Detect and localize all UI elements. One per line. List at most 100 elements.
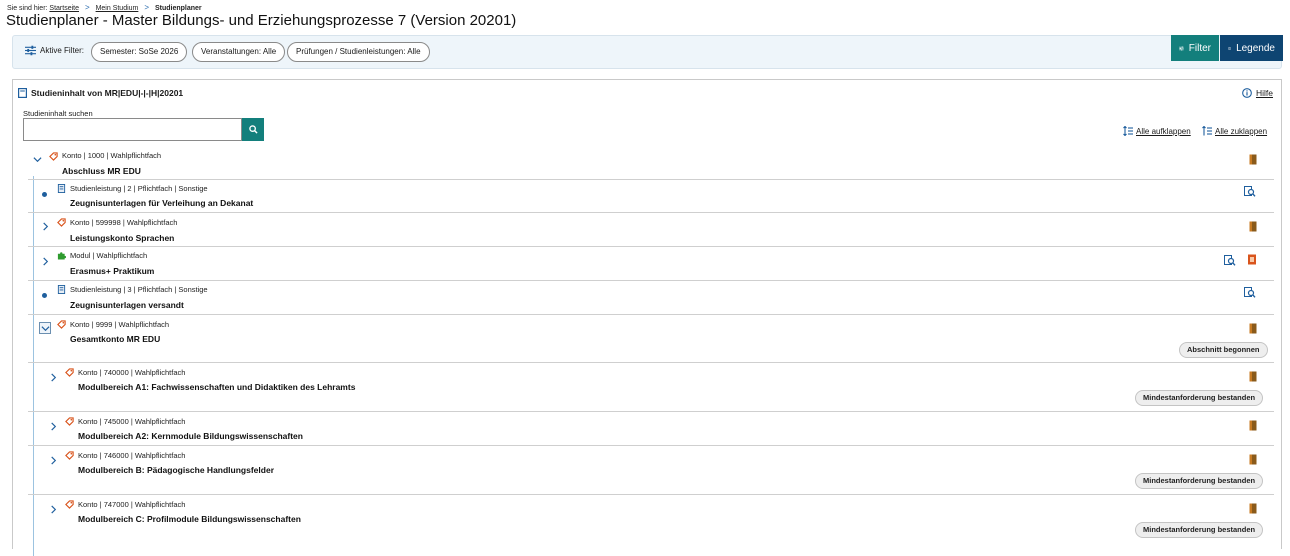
help-link-label: Hilfe: [1256, 88, 1273, 98]
tree-row-meta: Konto | 746000 | Wahlpflichtfach: [78, 451, 185, 460]
search-label: Studieninhalt suchen: [23, 109, 93, 118]
status-badge: Mindestanforderung bestanden: [1135, 390, 1263, 406]
details-search-icon[interactable]: [1244, 287, 1256, 298]
expand-all-link[interactable]: Alle aufklappen: [1123, 126, 1191, 136]
expand-icon: [1123, 126, 1133, 136]
modul-puzzle-icon: [57, 251, 66, 260]
chevron-right-icon: [49, 373, 58, 382]
tree-row-zeugnis-versandt[interactable]: Studienleistung | 3 | Pflichtfach | Sons…: [28, 281, 1274, 315]
tree-row-name: Zeugnisunterlagen versandt: [70, 300, 184, 310]
door-icon[interactable]: [1248, 503, 1258, 514]
tree-row-meta: Modul | Wahlpflichtfach: [70, 251, 147, 260]
door-icon[interactable]: [1248, 323, 1258, 334]
tree-row-name: Gesamtkonto MR EDU: [70, 334, 160, 344]
filter-pill-pruefungen[interactable]: Prüfungen / Studienleistungen: Alle: [287, 42, 430, 62]
enroll-door-icon[interactable]: [1247, 254, 1257, 265]
active-filter-label: Aktive Filter:: [25, 45, 84, 56]
filter-bar: Aktive Filter: Semester: SoSe 2026 Veran…: [12, 35, 1282, 69]
collapse-all-label: Alle zuklappen: [1215, 127, 1267, 136]
chevron-down-icon: [33, 155, 42, 164]
door-icon[interactable]: [1248, 420, 1258, 431]
tree-row-leistungskonto-sprachen[interactable]: Konto | 599998 | Wahlpflichtfach Leistun…: [28, 213, 1274, 247]
sliders-icon: [25, 45, 36, 56]
tree-row-meta: Konto | 1000 | Wahlpflichtfach: [62, 151, 161, 160]
tree-row-toggle[interactable]: [48, 421, 59, 432]
tree-row-gesamtkonto[interactable]: Konto | 9999 | Wahlpflichtfach Gesamtkon…: [28, 315, 1274, 363]
sliders-icon: [1179, 43, 1184, 54]
leaf-bullet: [42, 192, 47, 197]
chevron-right-icon: [49, 456, 58, 465]
chevron-right-icon: [49, 505, 58, 514]
search-button[interactable]: [242, 118, 264, 141]
konto-tag-icon: [65, 368, 74, 377]
collapse-all-link[interactable]: Alle zuklappen: [1202, 126, 1267, 136]
konto-tag-icon: [65, 451, 74, 460]
konto-tag-icon: [65, 500, 74, 509]
tree-row-meta: Studienleistung | 2 | Pflichtfach | Sons…: [70, 184, 208, 193]
tree-row-modulbereich-c[interactable]: Konto | 747000 | Wahlpflichtfach Modulbe…: [28, 495, 1274, 543]
info-icon: [1228, 43, 1231, 54]
konto-tag-icon: [57, 320, 66, 329]
tree-row-zeugnis-dekanat[interactable]: Studienleistung | 2 | Pflichtfach | Sons…: [28, 180, 1274, 213]
door-icon[interactable]: [1248, 371, 1258, 382]
tree-row-name: Modulbereich C: Profilmodule Bildungswis…: [78, 514, 301, 524]
leaf-bullet: [42, 293, 47, 298]
help-link[interactable]: Hilfe: [1242, 88, 1273, 98]
details-search-icon[interactable]: [1224, 255, 1236, 266]
chevron-right-icon: [41, 257, 50, 266]
status-badge: Mindestanforderung bestanden: [1135, 522, 1263, 538]
konto-tag-icon: [57, 218, 66, 227]
tree-row-modulbereich-a1[interactable]: Konto | 740000 | Wahlpflichtfach Modulbe…: [28, 363, 1274, 412]
tree-row-toggle[interactable]: [32, 154, 43, 165]
filter-pill-semester[interactable]: Semester: SoSe 2026: [91, 42, 187, 62]
tree-row-name: Erasmus+ Praktikum: [70, 266, 154, 276]
tree-row-meta: Konto | 747000 | Wahlpflichtfach: [78, 500, 185, 509]
tree-row-modulbereich-b[interactable]: Konto | 746000 | Wahlpflichtfach Modulbe…: [28, 446, 1274, 495]
tree-row-meta: Konto | 599998 | Wahlpflichtfach: [70, 218, 177, 227]
tree-row-modulbereich-a2[interactable]: Konto | 745000 | Wahlpflichtfach Modulbe…: [28, 412, 1274, 446]
studienleistung-icon: [57, 285, 66, 294]
legend-button[interactable]: Legende: [1220, 35, 1283, 61]
active-filter-text: Aktive Filter:: [40, 46, 84, 55]
legend-button-label: Legende: [1236, 43, 1275, 54]
tree-row-toggle[interactable]: [48, 455, 59, 466]
door-icon[interactable]: [1248, 221, 1258, 232]
tree-row-name: Leistungskonto Sprachen: [70, 233, 174, 243]
tree-row-name: Modulbereich B: Pädagogische Handlungsfe…: [78, 465, 274, 475]
breadcrumb-startseite[interactable]: Startseite: [49, 5, 79, 12]
status-badge: Abschnitt begonnen: [1179, 342, 1268, 358]
breadcrumb-chevron-icon: >: [144, 3, 149, 12]
door-icon[interactable]: [1248, 154, 1258, 165]
tree-row-toggle[interactable]: [40, 221, 51, 232]
collapse-icon: [1202, 126, 1212, 136]
status-badge: Mindestanforderung bestanden: [1135, 473, 1263, 489]
breadcrumb-mein-studium[interactable]: Mein Studium: [96, 5, 139, 12]
breadcrumb: Sie sind hier: Startseite > Mein Studium…: [7, 3, 202, 12]
chevron-right-icon: [41, 222, 50, 231]
tree-row-abschluss[interactable]: Konto | 1000 | Wahlpflichtfach Abschluss…: [28, 150, 1274, 180]
panel-header: Studieninhalt von MR|EDU|-|-|H|20201: [18, 88, 183, 98]
tree-row-toggle[interactable]: [40, 256, 51, 267]
tree-row-meta: Studienleistung | 3 | Pflichtfach | Sons…: [70, 285, 208, 294]
tree-row-toggle[interactable]: [39, 322, 51, 334]
details-search-icon[interactable]: [1244, 186, 1256, 197]
studienleistung-icon: [57, 184, 66, 193]
search-input[interactable]: [23, 118, 242, 141]
breadcrumb-prefix: Sie sind hier:: [7, 5, 47, 12]
door-icon[interactable]: [1248, 454, 1258, 465]
filter-button-label: Filter: [1189, 43, 1211, 54]
breadcrumb-chevron-icon: >: [85, 3, 90, 12]
tree-row-toggle[interactable]: [48, 504, 59, 515]
tree-row-meta: Konto | 9999 | Wahlpflichtfach: [70, 320, 169, 329]
tree-row-name: Abschluss MR EDU: [62, 166, 141, 176]
filter-button[interactable]: Filter: [1171, 35, 1219, 61]
tree-row-name: Modulbereich A2: Kernmodule Bildungswiss…: [78, 431, 303, 441]
tree-row-meta: Konto | 745000 | Wahlpflichtfach: [78, 417, 185, 426]
chevron-down-icon: [41, 324, 50, 333]
konto-tag-icon: [49, 152, 58, 161]
tree-row-name: Zeugnisunterlagen für Verleihung an Deka…: [70, 198, 253, 208]
tree-row-toggle[interactable]: [48, 372, 59, 383]
tree-row-erasmus[interactable]: Modul | Wahlpflichtfach Erasmus+ Praktik…: [28, 247, 1274, 281]
filter-pill-veranstaltungen[interactable]: Veranstaltungen: Alle: [192, 42, 285, 62]
chevron-right-icon: [49, 422, 58, 431]
